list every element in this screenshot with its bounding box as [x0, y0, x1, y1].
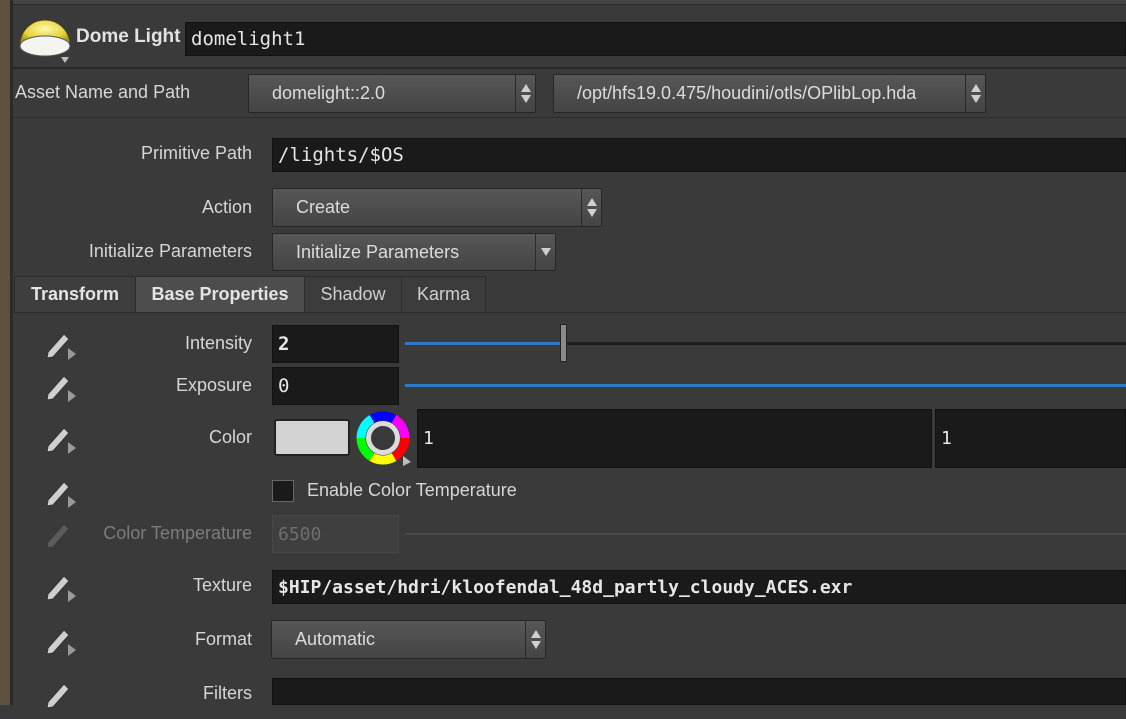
intensity-field[interactable]: 2: [272, 325, 399, 363]
pencil-icon[interactable]: [44, 422, 80, 458]
color-swatch[interactable]: [274, 419, 350, 456]
format-label: Format: [194, 629, 252, 649]
pencil-icon[interactable]: [44, 570, 80, 606]
init-params-label: Initialize Parameters: [88, 241, 252, 261]
header-divider: [13, 67, 1126, 69]
init-params-menu[interactable]: Initialize Parameters: [272, 233, 556, 271]
tab-karma[interactable]: Karma: [401, 276, 486, 312]
action-menu[interactable]: Create: [272, 188, 602, 227]
intensity-slider-handle[interactable]: [560, 324, 567, 362]
asset-label: Asset Name and Path: [15, 82, 191, 102]
format-spinner-icon: [525, 621, 545, 658]
intensity-label: Intensity: [184, 333, 252, 353]
exposure-label: Exposure: [175, 375, 252, 395]
intensity-slider[interactable]: [405, 342, 1126, 345]
pencil-icon[interactable]: [44, 328, 80, 364]
node-type-label: Dome Light: [76, 26, 181, 47]
primitive-path-label: Primitive Path: [140, 143, 252, 163]
pencil-icon[interactable]: [44, 678, 80, 714]
node-name-field[interactable]: domelight1: [185, 22, 1126, 56]
tab-base-properties[interactable]: Base Properties: [135, 276, 305, 312]
color-label: Color: [208, 427, 252, 447]
pencil-icon[interactable]: [44, 476, 80, 512]
filters-label: Filters: [203, 683, 252, 703]
texture-label: Texture: [192, 575, 252, 595]
filters-field[interactable]: [272, 678, 1126, 705]
color-red-field[interactable]: 1: [417, 409, 932, 468]
action-value: Create: [296, 197, 351, 217]
top-divider: [13, 0, 1126, 5]
action-spinner-icon: [581, 189, 601, 226]
tab-shadow[interactable]: Shadow: [304, 276, 402, 312]
asset-path-value: /opt/hfs19.0.475/houdini/otls/OPlibLop.h…: [577, 83, 917, 103]
asset-path-menu[interactable]: /opt/hfs19.0.475/houdini/otls/OPlibLop.h…: [553, 74, 986, 113]
texture-field[interactable]: $HIP/asset/hdri/kloofendal_48d_partly_cl…: [272, 570, 1126, 604]
asset-name-spinner-icon: [515, 75, 535, 112]
action-label: Action: [201, 197, 252, 217]
enable-color-temperature-checkbox[interactable]: [272, 480, 294, 502]
pencil-icon[interactable]: [44, 624, 80, 660]
window-edge: [0, 0, 10, 705]
exposure-slider[interactable]: [405, 384, 1126, 387]
asset-path-spinner-icon: [965, 75, 985, 112]
color-wheel-icon[interactable]: [355, 410, 413, 468]
dome-light-icon[interactable]: [17, 17, 73, 69]
format-menu[interactable]: Automatic: [271, 620, 546, 659]
asset-name-value: domelight::2.0: [272, 83, 386, 103]
exposure-field[interactable]: 0: [272, 367, 399, 405]
asset-divider: [13, 117, 1126, 118]
primitive-path-field[interactable]: /lights/$OS: [272, 138, 1126, 172]
chevron-down-icon: [535, 234, 555, 270]
enable-color-temperature-label: Enable Color Temperature: [307, 480, 517, 500]
color-temperature-field: 6500: [272, 515, 399, 553]
color-temperature-label: Color Temperature: [103, 523, 252, 543]
color-green-field[interactable]: 1: [935, 409, 1126, 468]
format-value: Automatic: [295, 629, 376, 649]
asset-name-menu[interactable]: domelight::2.0: [248, 74, 536, 113]
init-params-value: Initialize Parameters: [296, 241, 460, 262]
color-temperature-slider: [405, 533, 1126, 535]
intensity-slider-fill: [405, 342, 560, 345]
pencil-icon[interactable]: [44, 370, 80, 406]
tab-transform[interactable]: Transform: [14, 276, 136, 312]
